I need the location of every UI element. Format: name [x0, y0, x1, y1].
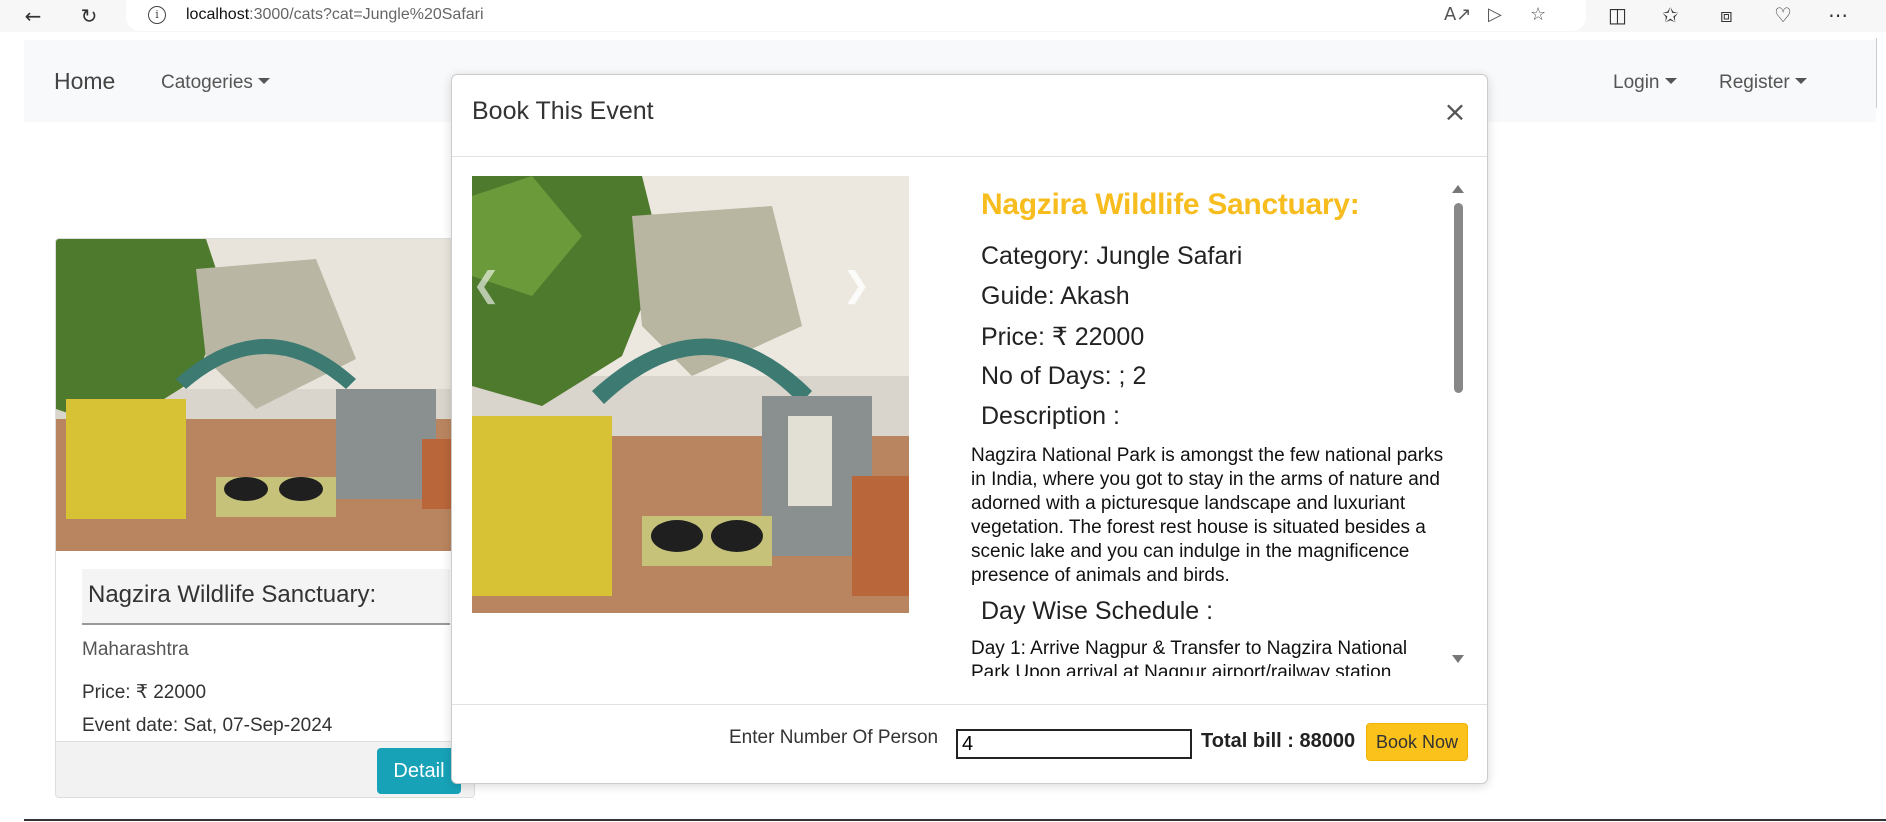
scroll-down-icon[interactable] [1452, 655, 1464, 663]
modal-title: Book This Event [472, 97, 654, 125]
nav-categories-dropdown[interactable]: Catogeries [161, 72, 270, 94]
nav-login-label: Login [1613, 72, 1660, 93]
favorites-icon[interactable]: ✩ [1662, 3, 1679, 27]
carousel-prev-icon[interactable]: ❮ [472, 265, 501, 305]
event-price: Price: ₹ 22000 [981, 323, 1145, 351]
card-footer: Detail [56, 741, 474, 797]
card-price: Price: ₹ 22000 [82, 682, 207, 703]
book-event-modal: Book This Event × ❮ ❯ Nagzira Wildlife S… [451, 74, 1488, 784]
event-schedule: Day 1: Arrive Nagpur & Transfer to Nagzi… [971, 638, 1408, 676]
url-text[interactable]: localhost:3000/cats?cat=Jungle%20Safari [186, 6, 484, 24]
person-count-label: Enter Number Of Person [729, 727, 939, 748]
scroll-up-icon[interactable] [1452, 185, 1464, 193]
close-icon[interactable]: × [1443, 95, 1467, 128]
event-card-image [56, 239, 474, 551]
event-days: No of Days: ; 2 [981, 362, 1147, 390]
browser-essentials-icon[interactable]: ♡ [1774, 3, 1792, 27]
event-card: Nagzira Wildlife Sanctuary: Maharashtra … [55, 238, 475, 798]
browser-toolbar: ← ↻ i localhost:3000/cats?cat=Jungle%20S… [0, 0, 1886, 32]
nav-register-label: Register [1719, 72, 1790, 93]
total-bill: Total bill : 88000 [1201, 730, 1356, 752]
nav-register-dropdown[interactable]: Register [1719, 72, 1807, 94]
nav-login-dropdown[interactable]: Login [1613, 72, 1677, 94]
caret-down-icon [1664, 78, 1677, 84]
detail-button[interactable]: Detail [377, 748, 461, 794]
event-category: Category: Jungle Safari [981, 242, 1243, 270]
card-event-date: Event date: Sat, 07-Sep-2024 [82, 715, 333, 736]
page-divider [24, 819, 1886, 821]
more-icon[interactable]: ⋯ [1828, 3, 1848, 27]
info-icon[interactable]: i [148, 6, 166, 24]
carousel-next-icon[interactable]: ❯ [842, 265, 871, 305]
read-aloud-icon[interactable]: A↗ [1444, 4, 1471, 25]
address-bar[interactable]: i localhost:3000/cats?cat=Jungle%20Safar… [126, 0, 1586, 31]
scroll-thumb[interactable] [1454, 203, 1463, 393]
favorite-icon[interactable]: ☆ [1530, 4, 1546, 25]
book-now-button[interactable]: Book Now [1366, 723, 1468, 761]
collections-icon[interactable]: ⧈ [1720, 3, 1733, 27]
nav-home-link[interactable]: Home [54, 68, 115, 95]
card-title: Nagzira Wildlife Sanctuary: [88, 581, 377, 608]
event-carousel-image[interactable] [472, 176, 909, 613]
caret-down-icon [257, 78, 270, 84]
modal-footer: Enter Number Of Person Total bill : 8800… [452, 704, 1487, 784]
schedule-heading: Day Wise Schedule : [981, 597, 1214, 625]
reload-icon[interactable]: ↻ [76, 3, 102, 29]
person-count-input[interactable] [956, 729, 1192, 759]
card-state: Maharashtra [82, 639, 189, 660]
nav-categories-label: Catogeries [161, 72, 253, 93]
back-icon[interactable]: ← [20, 3, 46, 29]
caret-down-icon [1794, 78, 1807, 84]
event-guide: Guide: Akash [981, 282, 1130, 310]
event-title: Nagzira Wildlife Sanctuary: [981, 188, 1360, 221]
page-edge [1876, 38, 1877, 108]
app-icon[interactable]: ▷ [1488, 4, 1502, 25]
details-scrollbar[interactable] [1452, 185, 1466, 665]
modal-header: Book This Event × [452, 75, 1487, 157]
event-details: Nagzira Wildlife Sanctuary: Category: Ju… [969, 176, 1449, 676]
description-heading: Description : [981, 402, 1120, 430]
split-screen-icon[interactable]: ◫ [1608, 3, 1627, 27]
card-title-box: Nagzira Wildlife Sanctuary: [82, 569, 450, 625]
event-description: Nagzira National Park is amongst the few… [971, 445, 1444, 586]
